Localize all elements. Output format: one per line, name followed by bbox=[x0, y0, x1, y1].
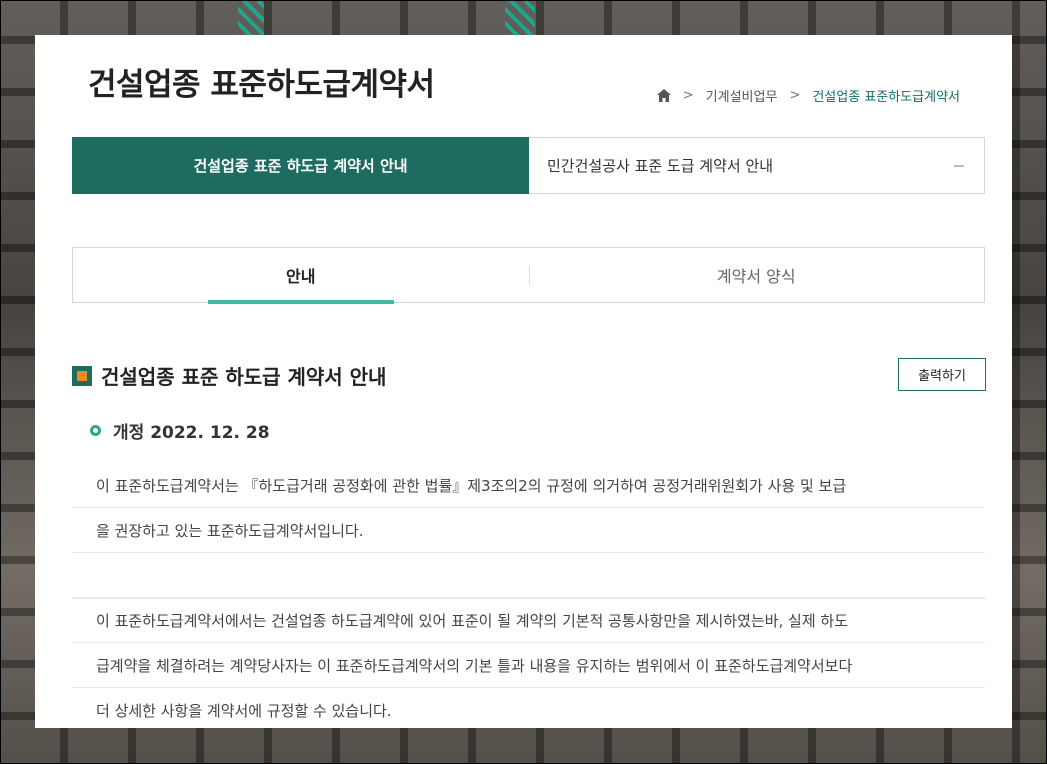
tab-label: 민간건설공사 표준 도급 계약서 안내 bbox=[547, 157, 774, 175]
breadcrumb: > 기계설비업무 > 건설업종 표준하도급계약서 bbox=[656, 86, 960, 105]
revision-date: 개정 2022. 12. 28 bbox=[90, 418, 270, 443]
chevron-right-icon: > bbox=[789, 88, 801, 103]
paragraph-line: 이 표준하도급계약서에서는 건설업종 하도급계약에 있어 표준이 될 계약의 기… bbox=[72, 598, 985, 643]
tab-contract-forms[interactable]: 계약서 양식 bbox=[529, 248, 985, 302]
revision-text: 개정 2022. 12. 28 bbox=[113, 423, 270, 443]
paragraph-line: 더 상세한 사항을 계약서에 규정할 수 있습니다. bbox=[96, 702, 392, 720]
paragraph-line: 을 권장하고 있는 표준하도급계약서입니다. bbox=[72, 508, 985, 553]
paragraph-spacer bbox=[72, 553, 985, 598]
section-title: 건설업종 표준 하도급 계약서 안내 bbox=[72, 361, 386, 390]
paragraph-line: 이 표준하도급계약서는 『하도급거래 공정화에 관한 법률』제3조의2의 규정에… bbox=[72, 463, 985, 508]
home-icon[interactable] bbox=[656, 89, 671, 102]
content-panel: 건설업종 표준하도급계약서 > 기계설비업무 > 건설업종 표준하도급계약서 건… bbox=[35, 35, 1012, 728]
main-tabs: 건설업종 표준 하도급 계약서 안내 민간건설공사 표준 도급 계약서 안내 bbox=[72, 137, 985, 194]
crane-decoration bbox=[238, 0, 264, 40]
circle-bullet-icon bbox=[90, 425, 101, 436]
minus-icon[interactable] bbox=[954, 165, 964, 167]
section-title-text: 건설업종 표준 하도급 계약서 안내 bbox=[101, 365, 387, 389]
crane-decoration bbox=[505, 0, 535, 40]
chevron-right-icon: > bbox=[682, 88, 694, 103]
sub-tabs: 안내 계약서 양식 bbox=[72, 247, 985, 304]
page-title: 건설업종 표준하도급계약서 bbox=[88, 67, 435, 103]
breadcrumb-item[interactable]: 기계설비업무 bbox=[706, 86, 778, 105]
tab-subcontract-guide[interactable]: 건설업종 표준 하도급 계약서 안내 bbox=[72, 137, 529, 194]
print-button[interactable]: 출력하기 bbox=[898, 358, 986, 391]
tab-private-construction-guide[interactable]: 민간건설공사 표준 도급 계약서 안내 bbox=[529, 138, 984, 193]
breadcrumb-current[interactable]: 건설업종 표준하도급계약서 bbox=[812, 86, 960, 105]
paragraph-line: 급계약을 체결하려는 계약당사자는 이 표준하도급계약서의 기본 틀과 내용을 … bbox=[72, 643, 985, 688]
square-bullet-icon bbox=[72, 365, 92, 386]
tab-guide[interactable]: 안내 bbox=[73, 248, 529, 304]
